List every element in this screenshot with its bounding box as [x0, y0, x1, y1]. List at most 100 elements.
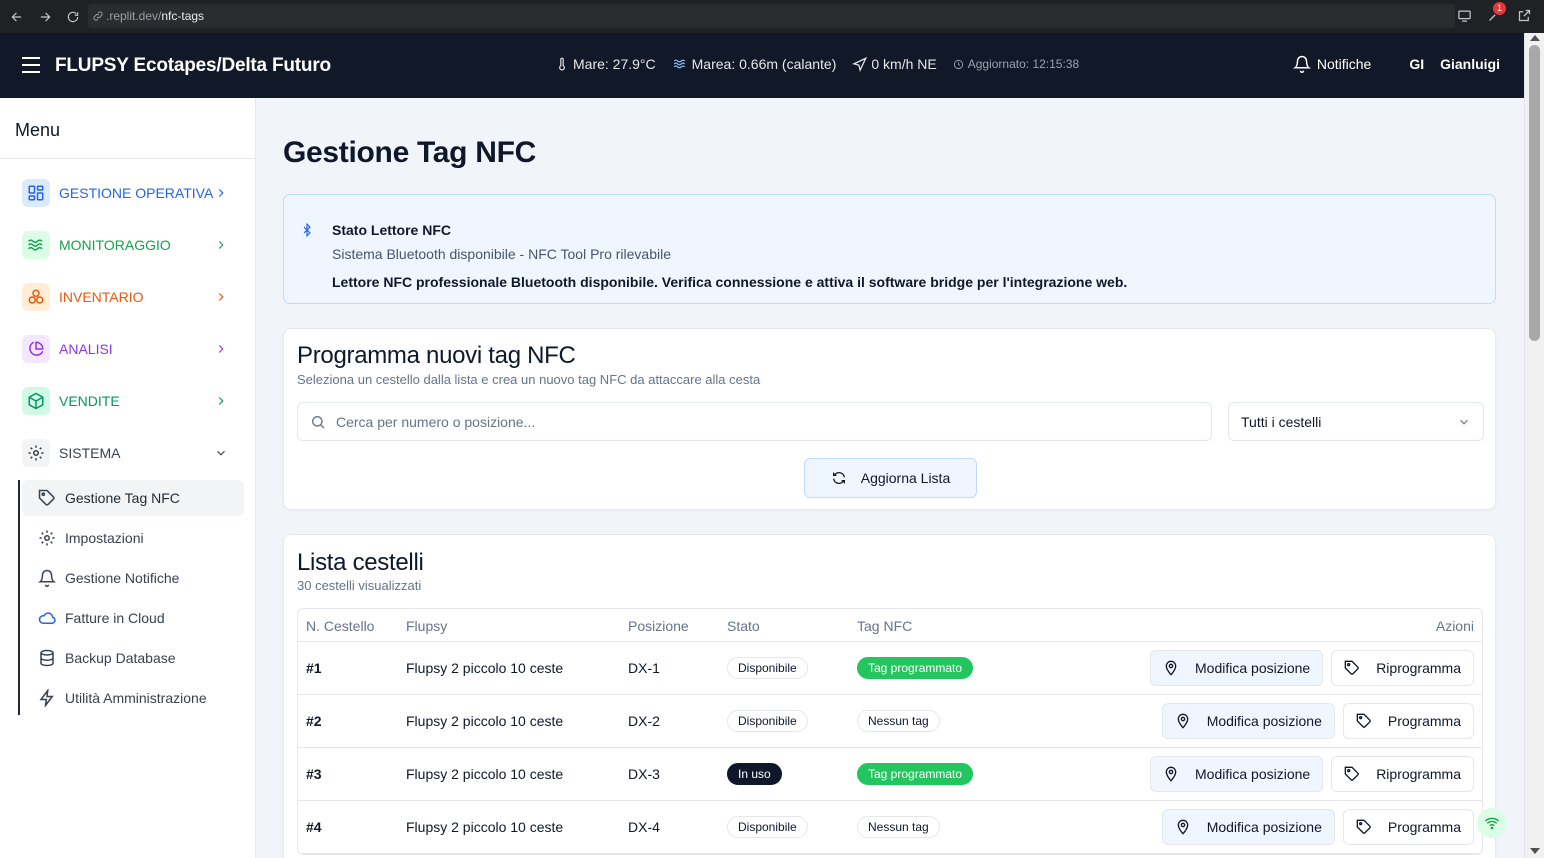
thermometer-icon	[559, 57, 565, 71]
user-name[interactable]: Gianluigi	[1440, 56, 1500, 72]
forward-icon[interactable]	[34, 6, 56, 28]
status-badge: Disponibile	[727, 710, 808, 732]
sidebar-item-vendite[interactable]: VENDITE	[22, 386, 238, 416]
url-path: nfc-tags	[161, 9, 205, 23]
modify-position-button[interactable]: Modifica posizione	[1150, 756, 1324, 792]
tag-icon	[1344, 766, 1359, 781]
chevron-right-icon	[218, 345, 224, 353]
reprogram-button[interactable]: Riprogramma	[1331, 756, 1474, 792]
sidebar-item-label: Gestione Tag NFC	[65, 490, 180, 506]
zap-icon	[39, 689, 54, 707]
search-field[interactable]	[297, 402, 1212, 441]
sidebar-item-label: ANALISI	[59, 341, 113, 357]
package-icon	[22, 387, 50, 415]
card-subtitle: Seleziona un cestello dalla lista e crea…	[297, 372, 761, 387]
modify-position-button[interactable]: Modifica posizione	[1161, 809, 1335, 845]
modify-position-button[interactable]: Modifica posizione	[1150, 650, 1324, 686]
reload-icon[interactable]	[62, 6, 84, 28]
clock-icon	[953, 59, 963, 69]
column-header: N. Cestello	[306, 618, 375, 634]
program-action-label: Programma	[1387, 713, 1461, 729]
page-scrollbar[interactable]	[1524, 33, 1544, 858]
sea-temperature-text: Mare: 27.9°C	[573, 56, 656, 72]
sidebar-item-gestione-notifiche[interactable]: Gestione Notifiche	[22, 560, 244, 596]
sidebar-item-sistema[interactable]: SISTEMA	[22, 438, 238, 468]
modify-position-label: Modifica posizione	[1206, 713, 1322, 729]
back-icon[interactable]	[6, 6, 28, 28]
waves-icon	[22, 231, 50, 259]
column-header: Tag NFC	[857, 618, 913, 634]
scroll-thumb[interactable]	[1529, 45, 1540, 341]
modify-position-button[interactable]: Modifica posizione	[1161, 703, 1335, 739]
open-external-icon[interactable]	[1514, 5, 1534, 25]
last-updated: Aggiornato: 12:15:38	[953, 57, 1079, 71]
sea-temperature: Mare: 27.9°C	[555, 56, 656, 72]
basket-filter-select[interactable]: Tutti i cestelli	[1228, 402, 1484, 441]
refresh-list-button[interactable]: Aggiorna Lista	[804, 458, 977, 498]
sidebar-item-utilita-amministrazione[interactable]: Utilità Amministrazione	[22, 680, 244, 716]
sidebar-item-label: Utilità Amministrazione	[65, 690, 207, 706]
program-button[interactable]: Programma	[1342, 809, 1474, 845]
flupsy-name: Flupsy 2 piccolo 10 ceste	[406, 819, 564, 835]
table-row: #2 Flupsy 2 piccolo 10 ceste DX-2 Dispon…	[298, 695, 1482, 748]
bluetooth-icon	[300, 221, 314, 244]
column-header: Posizione	[628, 618, 689, 634]
tag-icon	[1344, 660, 1359, 675]
position: DX-4	[628, 819, 660, 835]
sidebar-item-backup-database[interactable]: Backup Database	[22, 640, 244, 676]
waves-icon	[673, 59, 685, 69]
program-tags-card: Programma nuovi tag NFC Seleziona un ces…	[283, 328, 1496, 510]
notifications-label: Notifiche	[1316, 56, 1372, 72]
browser-toolbar: .replit.dev/nfc-tags 1	[0, 0, 1544, 33]
site-info-icon[interactable]	[92, 10, 104, 22]
extension-badge: 1	[1493, 2, 1506, 15]
table-row: #4 Flupsy 2 piccolo 10 ceste DX-4 Dispon…	[298, 801, 1482, 854]
wifi-status-icon[interactable]	[1477, 808, 1507, 838]
sidebar-item-inventario[interactable]: INVENTARIO	[22, 282, 238, 312]
modify-position-label: Modifica posizione	[1195, 660, 1311, 676]
weather-bar: Mare: 27.9°C Marea: 0.66m (calante) 0 km…	[555, 56, 1095, 72]
flupsy-name: Flupsy 2 piccolo 10 ceste	[406, 713, 564, 729]
position: DX-2	[628, 713, 660, 729]
refresh-icon	[832, 471, 845, 485]
extension-icon[interactable]: 1	[1484, 2, 1506, 25]
alert-message: Lettore NFC professionale Bluetooth disp…	[332, 274, 1128, 290]
table-row: #3 Flupsy 2 piccolo 10 ceste DX-3 In uso…	[298, 748, 1482, 801]
avatar[interactable]: GI	[1409, 56, 1424, 72]
hamburger-menu-icon[interactable]	[21, 56, 41, 79]
grid-icon	[22, 179, 50, 207]
cloud-icon	[38, 612, 56, 625]
program-button[interactable]: Programma	[1342, 703, 1474, 739]
search-input[interactable]	[336, 413, 1196, 430]
flupsy-name: Flupsy 2 piccolo 10 ceste	[406, 766, 564, 782]
notifications-button[interactable]: Notifiche	[1292, 55, 1372, 73]
nfc-tag-badge: Nessun tag	[857, 816, 940, 838]
last-updated-text: Aggiornato: 12:15:38	[967, 57, 1080, 71]
sidebar-item-gestione-tag-nfc[interactable]: Gestione Tag NFC	[22, 480, 244, 516]
sidebar-item-label: Impostazioni	[65, 530, 144, 546]
scroll-up-arrow-icon[interactable]	[1530, 35, 1540, 41]
sidebar-item-gestione-operativa[interactable]: GESTIONE OPERATIVA	[22, 178, 238, 208]
search-icon	[312, 415, 325, 428]
sidebar-item-impostazioni[interactable]: Impostazioni	[22, 520, 244, 556]
navigation-icon	[852, 56, 868, 72]
cast-icon[interactable]	[1454, 5, 1474, 25]
sidebar-item-fatture-in-cloud[interactable]: Fatture in Cloud	[22, 600, 244, 636]
card-title: Programma nuovi tag NFC	[297, 342, 576, 369]
modify-position-label: Modifica posizione	[1206, 819, 1322, 835]
program-action-label: Riprogramma	[1376, 660, 1461, 676]
sidebar-item-monitoraggio[interactable]: MONITORAGGIO	[22, 230, 238, 260]
nfc-tag-badge: Tag programmato	[857, 763, 974, 785]
boxes-icon	[22, 283, 50, 311]
address-bar[interactable]: .replit.dev/nfc-tags	[88, 4, 1455, 28]
sidebar-item-label: VENDITE	[59, 393, 120, 409]
reprogram-button[interactable]: Riprogramma	[1331, 650, 1474, 686]
scroll-down-arrow-icon[interactable]	[1530, 848, 1540, 854]
modify-position-label: Modifica posizione	[1195, 766, 1311, 782]
column-header: Azioni	[1435, 618, 1474, 634]
card-subtitle: 30 cestelli visualizzati	[297, 578, 422, 593]
sidebar: Menu GESTIONE OPERATIVA MONITORAGGIO INV…	[0, 98, 256, 858]
basket-filter-value: Tutti i cestelli	[1241, 413, 1322, 430]
map-pin-icon	[1165, 660, 1177, 676]
sidebar-item-analisi[interactable]: ANALISI	[22, 334, 238, 364]
